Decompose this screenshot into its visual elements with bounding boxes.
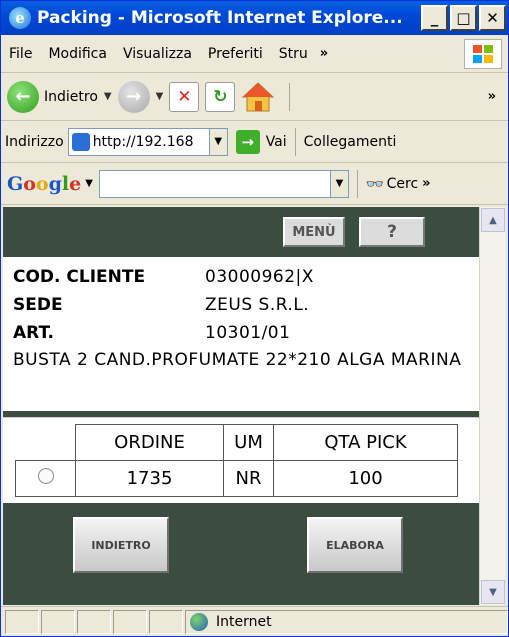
status-cell [149, 609, 183, 634]
customer-code-label: COD. CLIENTE [13, 267, 146, 287]
google-overflow-chevron-icon[interactable]: » [418, 176, 434, 191]
menu-preferiti[interactable]: Preferiti [200, 46, 271, 62]
status-bar: Internet [1, 606, 508, 636]
article-description: BUSTA 2 CAND.PROFUMATE 22*210 ALGA MARIN… [13, 350, 462, 370]
cell-um: NR [223, 460, 274, 497]
refresh-button[interactable]: ↻ [205, 81, 236, 112]
help-button[interactable]: ? [359, 217, 425, 247]
google-search-input[interactable]: ▼ [98, 169, 349, 198]
back-arrow-icon: ← [7, 80, 39, 113]
menu-button[interactable]: MENÙ [283, 217, 345, 247]
table-header-qta-pick: QTA PICK [273, 424, 458, 461]
google-separator [356, 169, 358, 198]
close-button[interactable]: ✕ [479, 5, 506, 31]
standard-toolbar: ← Indietro ▼ → ▼ ✕ ↻ » [1, 73, 508, 121]
customer-code-row: COD. CLIENTE 03000962|X [13, 263, 469, 291]
back-button[interactable]: ← Indietro ▼ [7, 80, 112, 113]
address-separator [294, 127, 296, 156]
article-label: ART. [13, 323, 54, 343]
row-select-cell [15, 460, 76, 497]
table-header-row: ORDINE UM QTA PICK [15, 424, 458, 461]
toolbar-overflow-chevron-icon[interactable]: » [484, 89, 500, 104]
title-bar[interactable]: e Packing - Microsoft Internet Explore..… [1, 1, 508, 35]
site-label: SEDE [13, 295, 63, 315]
forward-dropdown-icon[interactable]: ▼ [156, 91, 164, 102]
google-menu-dropdown-icon[interactable]: ▼ [85, 178, 93, 189]
toolbar-separator [289, 82, 291, 111]
address-bar: Indirizzo http://192.168 ▼ → Vai Collega… [1, 121, 508, 163]
stop-icon: ✕ [169, 81, 200, 112]
menu-visualizza[interactable]: Visualizza [115, 46, 200, 62]
status-cell [77, 609, 111, 634]
article-row: ART. 10301/01 [13, 319, 469, 347]
status-cell [113, 609, 147, 634]
back-page-button[interactable]: INDIETRO [73, 517, 169, 573]
forward-button[interactable]: → ▼ [117, 80, 164, 113]
google-search-button[interactable]: Cerc [387, 176, 419, 192]
article-info-panel: COD. CLIENTE 03000962|X SEDE ZEUS S.R.L.… [3, 257, 479, 411]
table-header-um: UM [223, 424, 274, 461]
ie-logo-icon: e [9, 7, 31, 29]
address-label: Indirizzo [5, 133, 64, 150]
menu-bar: File Modifica Visualizza Preferiti Stru … [1, 35, 508, 73]
article-value: 10301/01 [205, 323, 291, 343]
page-icon [71, 132, 90, 151]
order-table-panel: ORDINE UM QTA PICK 1735 NR 100 [3, 417, 479, 503]
cell-ordine: 1735 [75, 460, 224, 497]
site-row: SEDE ZEUS S.R.L. [13, 291, 469, 319]
home-button[interactable] [241, 81, 275, 113]
back-dropdown-icon[interactable]: ▼ [104, 91, 112, 102]
cell-qta-pick: 100 [273, 460, 458, 497]
address-dropdown-icon[interactable]: ▼ [208, 128, 227, 155]
back-label: Indietro [44, 88, 98, 105]
minimize-button[interactable]: _ [421, 5, 448, 31]
refresh-icon: ↻ [205, 81, 236, 112]
page-top-bar: MENÙ ? [3, 207, 479, 255]
internet-globe-icon [190, 612, 208, 631]
security-zone: Internet [185, 609, 508, 634]
status-cell [41, 609, 75, 634]
google-toolbar: Google ▼ ▼ 👓 Cerc » [1, 163, 508, 205]
menu-modifica[interactable]: Modifica [40, 46, 115, 62]
table-row: 1735 NR 100 [15, 460, 458, 497]
site-value: ZEUS S.R.L. [205, 295, 310, 315]
windows-logo-icon [464, 39, 502, 69]
vertical-scrollbar[interactable]: ▲ ▼ [479, 207, 505, 605]
customer-code-value: 03000962|X [205, 267, 314, 287]
window-title: Packing - Microsoft Internet Explore... [37, 8, 403, 28]
address-url: http://192.168 [92, 133, 194, 150]
go-arrow-icon[interactable]: → [235, 129, 260, 154]
stop-button[interactable]: ✕ [169, 81, 200, 112]
address-input[interactable]: http://192.168 ▼ [67, 127, 228, 156]
order-table: ORDINE UM QTA PICK 1735 NR 100 [15, 424, 458, 497]
menu-overflow-chevron-icon[interactable]: » [316, 46, 332, 61]
page-content: MENÙ ? COD. CLIENTE 03000962|X SEDE ZEUS… [3, 207, 479, 605]
browser-window: e Packing - Microsoft Internet Explore..… [0, 0, 509, 637]
home-icon [241, 81, 275, 113]
row-select-radio[interactable] [37, 468, 54, 484]
scroll-down-icon[interactable]: ▼ [481, 580, 505, 604]
binoculars-icon: 👓 [365, 174, 385, 193]
process-button[interactable]: ELABORA [307, 517, 403, 573]
go-button[interactable]: Vai [266, 134, 287, 150]
table-header-ordine: ORDINE [75, 424, 224, 461]
status-cell [5, 609, 39, 634]
google-search-dropdown-icon[interactable]: ▼ [329, 170, 348, 197]
forward-arrow-icon: → [117, 80, 150, 113]
menu-strumenti[interactable]: Stru [271, 46, 316, 62]
menu-file[interactable]: File [1, 46, 40, 62]
security-zone-label: Internet [216, 613, 272, 630]
maximize-button[interactable]: □ [450, 5, 477, 31]
links-button[interactable]: Collegamenti [304, 134, 397, 150]
scroll-up-icon[interactable]: ▲ [481, 208, 505, 232]
google-logo[interactable]: Google [7, 173, 81, 195]
table-header-blank [15, 424, 76, 461]
